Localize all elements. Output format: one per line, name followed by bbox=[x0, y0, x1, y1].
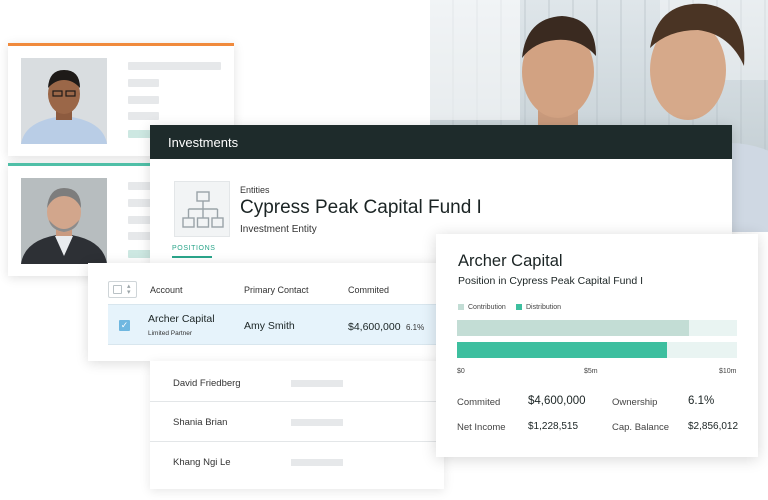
axis-tick-label: $5m bbox=[584, 368, 598, 375]
column-header-account[interactable]: Account bbox=[150, 285, 183, 295]
tab-active-indicator bbox=[172, 256, 212, 258]
breadcrumb[interactable]: Entities bbox=[240, 185, 270, 195]
detail-subtitle: Position in Cypress Peak Capital Fund I bbox=[458, 275, 644, 287]
ownership-percent: 6.1% bbox=[406, 323, 425, 332]
contribution-bar bbox=[457, 320, 737, 336]
stat-value-commited: $4,600,000 bbox=[528, 395, 586, 407]
distribution-bar bbox=[457, 342, 737, 358]
distribution-bar-fill bbox=[457, 342, 667, 358]
avatar bbox=[21, 58, 107, 144]
row-checkbox[interactable]: ✓ bbox=[119, 320, 130, 331]
commited-value: $4,600,000 bbox=[348, 321, 401, 333]
list-item[interactable]: Khang Ngi Le bbox=[150, 442, 444, 482]
account-type: Limited Partner bbox=[148, 330, 193, 337]
legend-contribution: Contribution bbox=[458, 304, 506, 311]
contact-list: David Friedberg Shania Brian Khang Ngi L… bbox=[150, 361, 444, 489]
legend-swatch bbox=[516, 304, 522, 310]
checkbox-icon bbox=[113, 285, 122, 294]
account-name: Archer Capital bbox=[148, 313, 215, 325]
contribution-bar-fill bbox=[457, 320, 690, 336]
legend-distribution: Distribution bbox=[516, 304, 561, 311]
entity-type: Investment Entity bbox=[240, 224, 317, 235]
list-item[interactable]: David Friedberg bbox=[150, 361, 444, 401]
tab-positions[interactable]: POSITIONS bbox=[172, 245, 216, 252]
column-header-primary-contact[interactable]: Primary Contact bbox=[244, 285, 309, 295]
investments-header: Investments bbox=[150, 125, 732, 159]
stat-label-net-income: Net Income bbox=[457, 422, 506, 433]
list-item-name: Shania Brian bbox=[173, 417, 228, 428]
legend-swatch bbox=[458, 304, 464, 310]
avatar bbox=[21, 178, 107, 264]
list-item-name: Khang Ngi Le bbox=[173, 457, 231, 468]
stat-value-cap-balance: $2,856,012 bbox=[688, 421, 739, 432]
column-header-commited[interactable]: Commited bbox=[348, 285, 389, 295]
stat-value-net-income: $1,228,515 bbox=[528, 421, 579, 432]
table-row[interactable]: ✓ Archer Capital Limited Partner Amy Smi… bbox=[108, 304, 438, 345]
detail-title: Archer Capital bbox=[458, 252, 563, 270]
select-all-dropdown[interactable]: ▴ ▾ bbox=[108, 281, 137, 298]
primary-contact: Amy Smith bbox=[244, 320, 295, 332]
stat-label-commited: Commited bbox=[457, 397, 501, 408]
axis-tick-label: $10m bbox=[719, 368, 737, 375]
chevron-updown-icon: ▴ ▾ bbox=[127, 283, 131, 296]
list-item[interactable]: Shania Brian bbox=[150, 402, 444, 442]
stat-label-ownership: Ownership bbox=[612, 397, 658, 408]
axis-tick-label: $0 bbox=[457, 368, 465, 375]
stat-label-cap-balance: Cap. Balance bbox=[612, 422, 670, 433]
position-detail-card: Archer Capital Position in Cypress Peak … bbox=[436, 234, 758, 457]
fund-name: Cypress Peak Capital Fund I bbox=[240, 197, 482, 218]
org-chart-icon bbox=[174, 181, 230, 237]
list-item-name: David Friedberg bbox=[173, 378, 241, 389]
positions-table: ▴ ▾ Account Primary Contact Commited ✓ Ar… bbox=[88, 263, 448, 361]
page-title: Investments bbox=[168, 135, 239, 150]
stat-value-ownership: 6.1% bbox=[688, 395, 715, 407]
